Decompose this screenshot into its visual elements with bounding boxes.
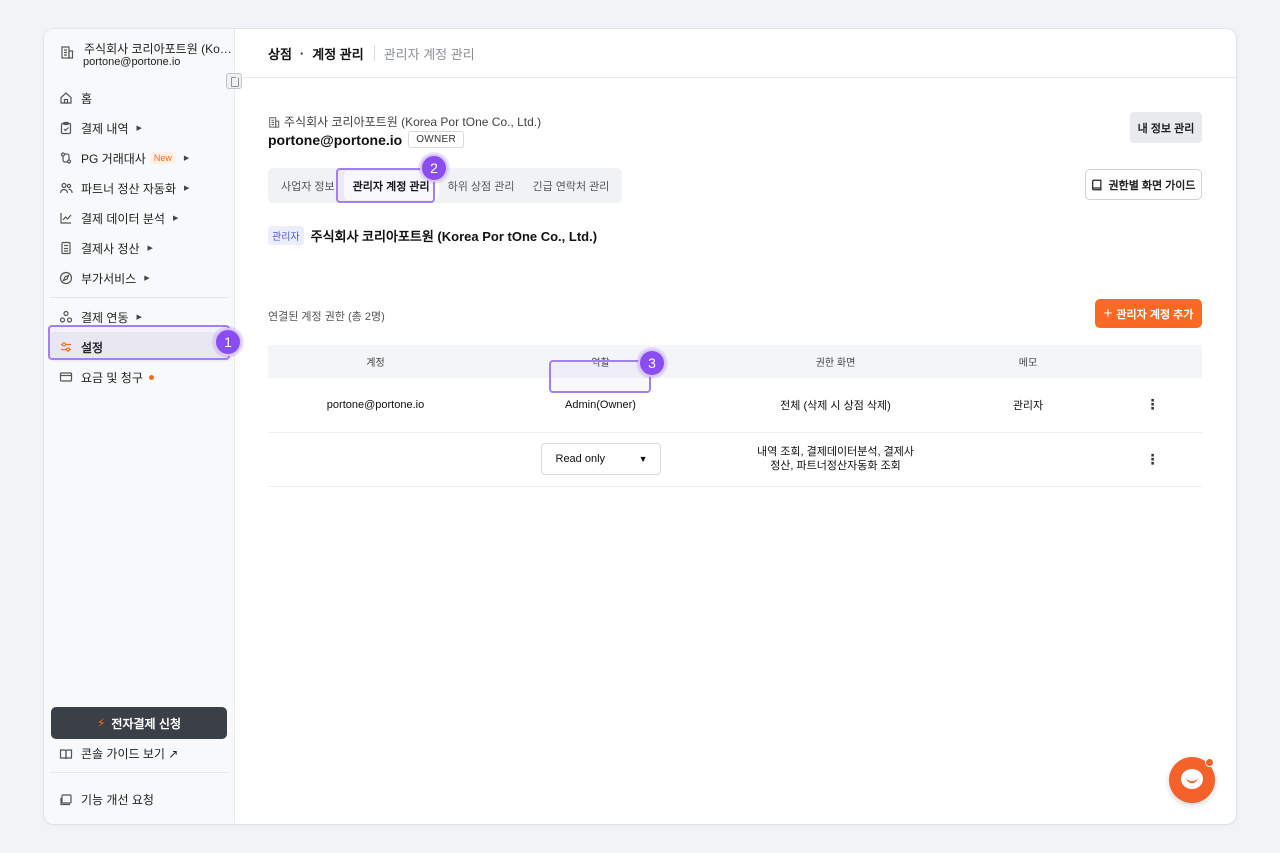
caret-right-icon: ▶	[184, 185, 190, 192]
highlight-settings	[48, 325, 230, 360]
store-org: 주식회사 코리아포트원 (Korea Por tOne Co., Ltd.)	[268, 113, 541, 130]
caret-right-icon: ▶	[183, 155, 190, 162]
more-options-icon[interactable]: ⋮	[1146, 396, 1160, 412]
column-actions	[1103, 345, 1202, 378]
sidebar-item-label: 결제사 정산	[81, 241, 140, 256]
console-guide-link[interactable]: 콘솔 가이드 보기 ↗	[59, 745, 178, 762]
sidebar-item-label: 부가서비스	[81, 271, 137, 286]
users-icon	[59, 181, 73, 195]
table-row: portone@portone.io Admin(Owner) 전체 (삭제 시…	[268, 378, 1202, 433]
notification-dot	[148, 374, 154, 380]
integration-icon	[59, 310, 73, 324]
sidebar: 주식회사 코리아포트원 (Korea Por tOne Co., Ltd.) p…	[44, 29, 242, 824]
chat-launcher-button[interactable]	[1169, 757, 1215, 803]
sidebar-item-analytics[interactable]: 결제 데이터 분석 ▶	[44, 203, 235, 233]
org-email: portone@portone.io	[83, 56, 181, 68]
column-memo: 메모	[953, 345, 1103, 378]
reconcile-icon	[59, 151, 73, 165]
add-admin-account-button[interactable]: + 관리자 계정 추가	[1095, 299, 1202, 328]
sidebar-item-pg-reconcile[interactable]: PG 거래대사 New ▶	[44, 143, 235, 173]
permission-guide-button[interactable]: 권한별 화면 가이드	[1085, 169, 1202, 200]
book-icon	[1091, 179, 1103, 191]
sidebar-item-label: 홈	[81, 91, 93, 106]
sidebar-item-payments[interactable]: 결제 내역 ▶	[44, 113, 235, 143]
breadcrumb-store: 상점	[268, 46, 292, 62]
caret-right-icon: ▶	[136, 125, 142, 132]
sidebar-divider	[50, 772, 228, 773]
apply-payment-button[interactable]: ⚡ 전자결제 신청	[51, 707, 227, 739]
step-marker-1: 1	[214, 328, 242, 356]
table-header-row: 계정 역할 권한 화면 메모	[268, 345, 1202, 378]
sidebar-item-billing[interactable]: 요금 및 청구	[44, 362, 235, 392]
chart-line-icon	[59, 211, 73, 225]
lightning-icon: ⚡	[96, 716, 106, 730]
memo-label: 관리자	[953, 378, 1103, 433]
role-select[interactable]: Read only ▼	[540, 443, 661, 475]
home-icon	[59, 91, 73, 105]
inbox-icon	[59, 793, 73, 807]
account-email: portone@portone.io	[268, 378, 483, 433]
linked-accounts-count: 연결된 계정 권한 (총 2명)	[268, 311, 385, 323]
column-account: 계정	[268, 345, 483, 378]
breadcrumb-account: 계정 관리	[312, 46, 364, 62]
more-options-icon[interactable]: ⋮	[1146, 451, 1160, 467]
table-row: Read only ▼ 내역 조회, 결제데이터분석, 결제사정산, 파트너정산…	[268, 432, 1202, 487]
clipboard-check-icon	[59, 121, 73, 135]
sidebar-item-label: PG 거래대사	[81, 151, 146, 166]
sidebar-item-partner-settlement[interactable]: 파트너 정산 자동화 ▶	[44, 173, 235, 203]
triangle-down-icon: ▼	[638, 454, 648, 464]
breadcrumb-current: 관리자 계정 관리	[383, 46, 475, 62]
screens-label: 전체 (삭제 시 상점 삭제)	[718, 378, 953, 433]
plus-icon: +	[1103, 305, 1113, 322]
caret-right-icon: ▶	[147, 245, 153, 252]
my-info-button[interactable]: 내 정보 관리	[1130, 112, 1202, 143]
breadcrumb-dot: ·	[299, 45, 305, 61]
feature-request-link[interactable]: 기능 개선 요청	[59, 791, 154, 808]
column-screens: 권한 화면	[718, 345, 953, 378]
sidebar-item-label: 결제 내역	[81, 121, 129, 136]
caret-right-icon: ▶	[144, 275, 150, 282]
memo-label	[953, 432, 1103, 487]
highlight-owner-role	[549, 360, 651, 393]
admin-store-name: 주식회사 코리아포트원 (Korea Por tOne Co., Ltd.)	[310, 229, 598, 244]
step-marker-2: 2	[420, 154, 448, 182]
admin-store-row: 관리자 주식회사 코리아포트원 (Korea Por tOne Co., Ltd…	[268, 226, 597, 245]
tab-emergency-contacts[interactable]: 긴급 연락처 관리	[523, 171, 618, 200]
tab-sub-stores[interactable]: 하위 상점 관리	[439, 171, 524, 200]
caret-right-icon: ▶	[172, 215, 179, 222]
console-window: 주식회사 코리아포트원 (Korea Por tOne Co., Ltd.) p…	[44, 29, 1236, 824]
credit-card-icon	[59, 370, 73, 384]
sidebar-item-addons[interactable]: 부가서비스 ▶	[44, 263, 235, 293]
sidebar-item-home[interactable]: 홈	[44, 83, 235, 113]
step-marker-3: 3	[638, 349, 666, 377]
org-name: 주식회사 코리아포트원 (Korea Por tOne Co., Ltd.)	[84, 42, 232, 56]
sidebar-divider	[50, 297, 229, 298]
compass-icon	[59, 271, 73, 285]
sidebar-item-label: 결제 데이터 분석	[81, 211, 165, 226]
admin-accounts-table: 계정 역할 권한 화면 메모 portone@portone.io Admin(…	[268, 345, 1202, 487]
sidebar-item-label: 파트너 정산 자동화	[81, 181, 176, 196]
new-badge: New	[149, 152, 176, 164]
building-icon	[60, 45, 74, 59]
admin-tag: 관리자	[268, 226, 304, 245]
sidebar-item-label: 요금 및 청구	[81, 370, 143, 385]
account-email	[268, 432, 483, 487]
sidebar-item-label: 결제 연동	[81, 310, 129, 325]
building-icon	[268, 116, 280, 128]
book-open-icon	[59, 747, 73, 761]
header-breadcrumb: 상점 · 계정 관리 관리자 계정 관리	[236, 29, 1236, 78]
store-email: portone@portone.io OWNER	[268, 131, 465, 148]
caret-right-icon: ▶	[136, 314, 142, 321]
screens-label: 내역 조회, 결제데이터분석, 결제사정산, 파트너정산자동화 조회	[718, 432, 953, 487]
tab-business-info[interactable]: 사업자 정보	[272, 171, 344, 200]
notification-dot	[1205, 758, 1214, 767]
org-switcher[interactable]: 주식회사 코리아포트원 (Korea Por tOne Co., Ltd.) p…	[58, 39, 232, 79]
calculator-icon	[59, 241, 73, 255]
sidebar-item-pg-settlement[interactable]: 결제사 정산 ▶	[44, 233, 235, 263]
owner-badge: OWNER	[408, 131, 465, 148]
breadcrumb-divider	[373, 45, 375, 61]
